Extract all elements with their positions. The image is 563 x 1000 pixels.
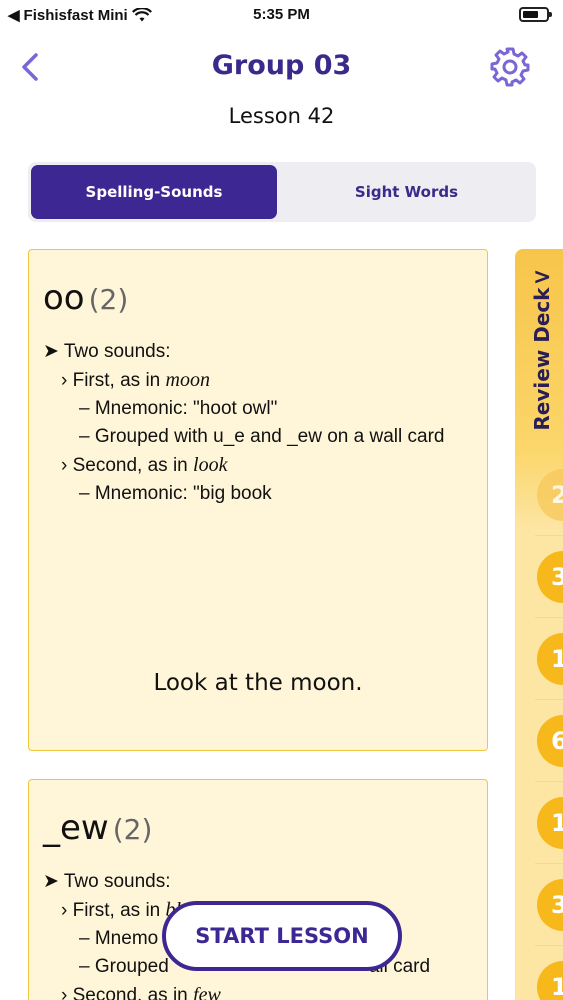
note-line: – Grouped with u_e and _ew on a wall car… [79,426,445,447]
deck-item[interactable]: 1 [537,633,563,685]
divider [535,617,563,618]
battery-icon [519,7,552,22]
note-line: ➤ Two sounds: [43,871,171,892]
sound-count: (2) [112,813,153,846]
review-deck-toggle[interactable]: > Review Deck [527,265,557,449]
sound-card[interactable]: oo (2) ➤ Two sounds: › First, as in moon … [28,249,488,751]
deck-item[interactable]: 6 [537,715,563,767]
start-lesson-button[interactable]: START LESSON [162,901,402,971]
divider [535,863,563,864]
gear-icon[interactable] [489,46,531,88]
grapheme: oo [43,278,85,318]
divider [535,699,563,700]
note-line: › Second, as in look [61,454,228,476]
note-line: ➤ Two sounds: [43,341,171,362]
note-line: – Mnemonic: "big book [79,483,272,504]
review-deck-label: Review Deck [530,287,554,431]
tab-spelling-sounds[interactable]: Spelling-Sounds [31,165,277,219]
sound-count: (2) [88,283,129,316]
review-deck-panel: > Review Deck 2 3 1 6 1 3 1 [515,249,563,1000]
note-line: › First, as in moon [61,369,210,391]
example-sentence: Look at the moon. [153,670,363,696]
status-time: 5:35 PM [253,6,310,23]
card-notes: ➤ Two sounds: › First, as in moon – Mnem… [43,338,444,508]
divider [535,781,563,782]
note-line: › Second, as in few [61,984,221,1000]
deck-item[interactable]: 1 [537,961,563,1000]
tab-sight-words[interactable]: Sight Words [280,165,533,219]
grapheme-heading: oo (2) [43,278,128,318]
page-title: Group 03 [211,50,352,81]
deck-item[interactable]: 3 [537,551,563,603]
deck-item[interactable]: 2 [537,469,563,521]
status-bar: ◀ Fishisfast Mini 5:35 PM [0,0,563,30]
chevron-right-icon: > [533,265,552,290]
divider [535,945,563,946]
deck-item[interactable]: 1 [537,797,563,849]
note-line: – Mnemonic: "hoot owl" [79,398,278,419]
divider [535,535,563,536]
segmented-control: Spelling-Sounds Sight Words [28,162,536,222]
grapheme-heading: _ew (2) [43,808,152,848]
lesson-subtitle: Lesson 42 [228,104,335,128]
deck-item[interactable]: 3 [537,879,563,931]
grapheme: _ew [43,808,109,848]
